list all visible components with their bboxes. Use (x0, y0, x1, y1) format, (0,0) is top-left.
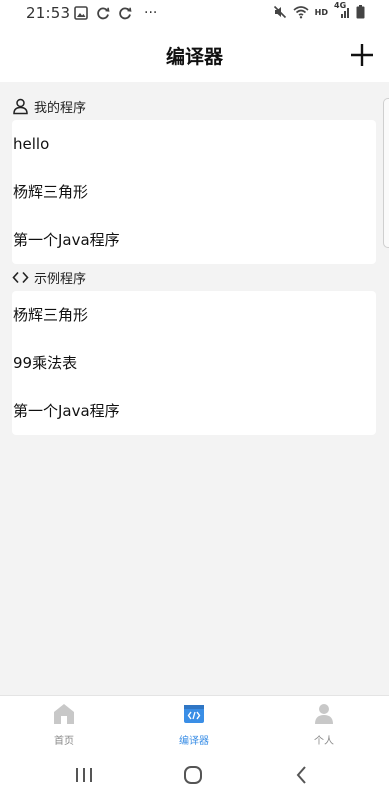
list-item[interactable]: hello (12, 120, 376, 168)
recent-apps-icon[interactable] (72, 763, 96, 787)
my-programs-title: 我的程序 (34, 100, 87, 116)
list-item[interactable]: 杨辉三角形 (12, 291, 376, 339)
tab-compiler-label: 编译器 (179, 736, 209, 747)
list-item[interactable]: 第一个Java程序 (12, 216, 376, 264)
mute-icon (273, 5, 286, 19)
example-programs-list: 杨辉三角形 99乘法表 第一个Java程序 (12, 291, 376, 435)
tab-home[interactable]: 首页 (4, 696, 124, 751)
add-program-button[interactable] (347, 40, 377, 70)
app-header: 编译器 (0, 28, 389, 82)
example-programs-title: 示例程序 (34, 271, 87, 287)
home-circle-icon[interactable] (181, 763, 205, 787)
back-icon[interactable] (290, 763, 314, 787)
wifi-icon (293, 6, 309, 19)
system-nav-bar (0, 750, 389, 800)
list-item[interactable]: 第一个Java程序 (12, 387, 376, 435)
scroll-indicator[interactable] (383, 98, 389, 248)
compiler-icon (184, 705, 204, 723)
signal-icon (341, 8, 349, 18)
signal-indicator: 4G (334, 1, 350, 19)
person-outline-icon (13, 98, 28, 114)
program-list-area[interactable]: 我的程序 hello 杨辉三角形 第一个Java程序 示例程序 杨辉三角形 99… (0, 82, 389, 695)
more-notifications-icon: ··· (144, 5, 158, 21)
status-notification-icons: ··· (74, 5, 157, 21)
example-programs-header: 示例程序 (12, 267, 86, 287)
sync-icon (119, 7, 132, 20)
sync-icon (97, 7, 110, 20)
battery-icon (356, 5, 365, 19)
home-icon (54, 704, 74, 724)
tab-profile[interactable]: 个人 (264, 696, 384, 751)
person-icon (315, 704, 333, 724)
page-title: 编译器 (165, 46, 223, 68)
tab-home-label: 首页 (54, 736, 74, 747)
list-item[interactable]: 杨辉三角形 (12, 168, 376, 216)
bottom-tab-bar: 首页 编译器 个人 (0, 695, 389, 751)
status-bar: 21:53 ··· HD 4G (0, 0, 389, 28)
list-item[interactable]: 99乘法表 (12, 339, 376, 387)
tab-compiler[interactable]: 编译器 (134, 696, 254, 751)
hd-label: HD (314, 7, 328, 17)
status-time: 21:53 (26, 4, 71, 22)
status-system-icons: HD 4G (273, 1, 365, 19)
my-programs-list: hello 杨辉三角形 第一个Java程序 (12, 120, 376, 264)
my-programs-header: 我的程序 (12, 96, 86, 116)
tab-profile-label: 个人 (314, 736, 334, 747)
gallery-icon (74, 6, 88, 20)
code-icon (12, 271, 29, 283)
